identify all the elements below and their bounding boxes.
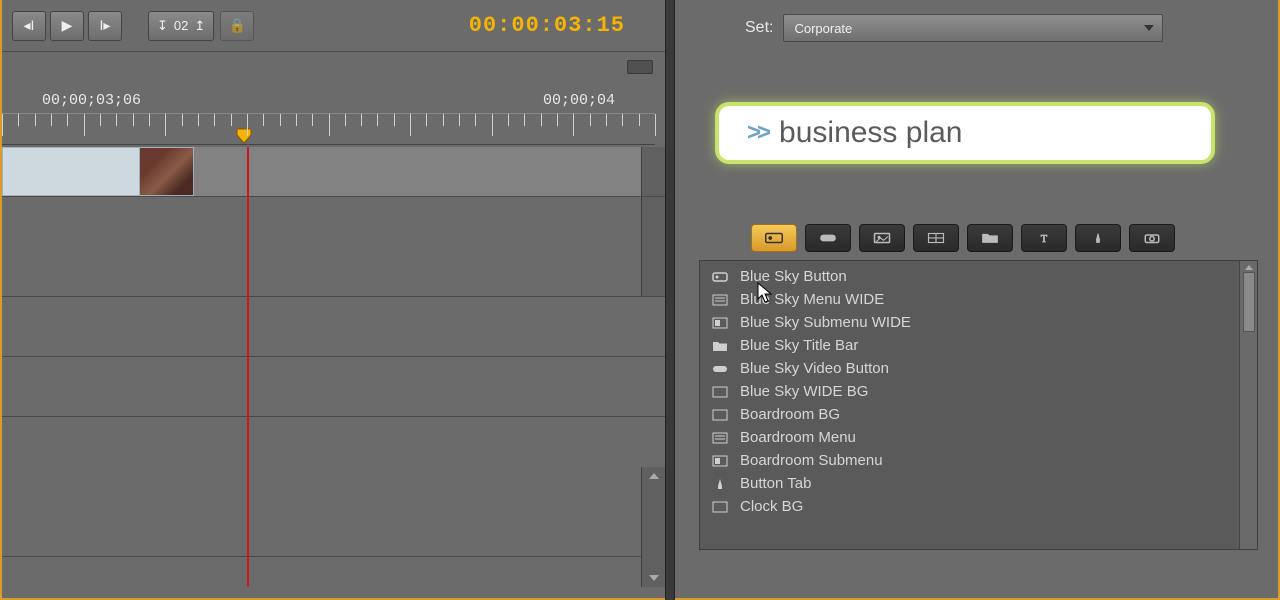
time-ruler[interactable]: 00;00;03;06 00;00;04 <box>2 92 665 145</box>
video-track-1[interactable] <box>2 147 665 197</box>
library-item-label: Boardroom Menu <box>740 429 856 446</box>
transport-bar: ◂I ▶ I▸ ↧ 02 ↥ 🔒 00:00:03:15 <box>2 0 665 52</box>
button-icon <box>710 271 730 283</box>
library-filter-bar: T <box>751 224 1258 252</box>
filter-camera-button[interactable] <box>1129 224 1175 252</box>
play-button[interactable]: ▶ <box>50 11 84 41</box>
track-scroll-stub[interactable] <box>641 197 665 296</box>
library-list: Blue Sky Button Blue Sky Menu WIDE Blue Sk… <box>699 260 1258 550</box>
library-item-label: Blue Sky Video Button <box>740 360 889 377</box>
jog-control[interactable]: ↧ 02 ↥ <box>148 11 214 41</box>
jog-right-icon: ↥ <box>194 18 205 34</box>
library-item[interactable]: Boardroom Submenu <box>700 449 1239 472</box>
panel-options-icon[interactable] <box>627 60 653 74</box>
set-dropdown[interactable]: Corporate <box>783 14 1163 42</box>
pill-icon <box>710 363 730 375</box>
filter-image-button[interactable] <box>859 224 905 252</box>
empty-track-3[interactable] <box>2 357 665 417</box>
bg-icon <box>710 386 730 398</box>
library-scrollbar[interactable] <box>1239 261 1257 549</box>
library-item-label: Button Tab <box>740 475 811 492</box>
filter-grid-button[interactable] <box>913 224 959 252</box>
bg-icon <box>710 409 730 421</box>
submenu-icon <box>710 455 730 467</box>
step-back-button[interactable]: ◂I <box>12 11 46 41</box>
lock-button[interactable]: 🔒 <box>220 11 254 41</box>
bg-icon <box>710 501 730 513</box>
scroll-up-icon[interactable] <box>649 473 659 479</box>
svg-text:T: T <box>1041 234 1048 245</box>
playhead-marker-icon[interactable] <box>235 128 253 144</box>
preview-label: business plan <box>779 116 962 150</box>
scroll-up-icon[interactable] <box>1245 265 1253 270</box>
library-item[interactable]: Boardroom BG <box>700 403 1239 426</box>
library-item-label: Blue Sky Submenu WIDE <box>740 314 911 331</box>
library-panel: Set: Corporate >> business plan T <box>675 0 1280 600</box>
library-item-label: Blue Sky Button <box>740 268 847 285</box>
submenu-icon <box>710 317 730 329</box>
set-selector-row: Set: Corporate <box>745 14 1258 42</box>
empty-track-1[interactable] <box>2 197 665 297</box>
video-clip[interactable] <box>2 147 194 196</box>
chevron-down-icon <box>1144 25 1154 31</box>
timecode-display[interactable]: 00:00:03:15 <box>469 13 625 38</box>
library-item[interactable]: Clock BG <box>700 495 1239 518</box>
clip-thumbnail <box>139 148 193 195</box>
library-item-label: Boardroom BG <box>740 406 840 423</box>
library-item-label: Blue Sky Menu WIDE <box>740 291 884 308</box>
folder-icon <box>710 340 730 352</box>
filter-tab-button[interactable] <box>1075 224 1121 252</box>
filter-all-button[interactable] <box>751 224 797 252</box>
library-item[interactable]: Blue Sky Menu WIDE <box>700 288 1239 311</box>
track-scroll-stub[interactable] <box>641 147 665 196</box>
menu-icon <box>710 294 730 306</box>
empty-track-2[interactable] <box>2 297 665 357</box>
library-item[interactable]: Blue Sky Video Button <box>700 357 1239 380</box>
preview-chevron-icon: >> <box>747 119 767 147</box>
jog-value: 02 <box>174 18 188 33</box>
tracks-area <box>2 147 665 587</box>
timeline-panel: ◂I ▶ I▸ ↧ 02 ↥ 🔒 00:00:03:15 00;00;03;06… <box>0 0 665 600</box>
jog-left-icon: ↧ <box>157 18 168 34</box>
library-item[interactable]: Button Tab <box>700 472 1239 495</box>
scrollbar-thumb[interactable] <box>1243 272 1255 332</box>
ruler-end-label: 00;00;04 <box>543 92 615 109</box>
library-item[interactable]: Blue Sky Title Bar <box>700 334 1239 357</box>
tab-icon <box>710 478 730 490</box>
set-dropdown-value: Corporate <box>794 21 852 36</box>
panel-divider[interactable] <box>665 0 675 600</box>
template-preview-button[interactable]: >> business plan <box>715 102 1215 164</box>
vertical-scrollbar[interactable] <box>641 467 665 587</box>
library-item[interactable]: Blue Sky Submenu WIDE <box>700 311 1239 334</box>
library-item[interactable]: Blue Sky WIDE BG <box>700 380 1239 403</box>
library-item-label: Clock BG <box>740 498 803 515</box>
library-item-label: Blue Sky WIDE BG <box>740 383 868 400</box>
filter-folder-button[interactable] <box>967 224 1013 252</box>
library-item-label: Boardroom Submenu <box>740 452 883 469</box>
library-item[interactable]: Blue Sky Button <box>700 265 1239 288</box>
menu-icon <box>710 432 730 444</box>
empty-track-4[interactable] <box>2 417 665 557</box>
step-forward-button[interactable]: I▸ <box>88 11 122 41</box>
filter-pill-button[interactable] <box>805 224 851 252</box>
ruler-start-label: 00;00;03;06 <box>42 92 141 109</box>
set-label: Set: <box>745 19 773 37</box>
scroll-down-icon[interactable] <box>649 575 659 581</box>
filter-text-button[interactable]: T <box>1021 224 1067 252</box>
library-item[interactable]: Boardroom Menu <box>700 426 1239 449</box>
playhead-line[interactable] <box>247 147 249 587</box>
library-item-label: Blue Sky Title Bar <box>740 337 858 354</box>
